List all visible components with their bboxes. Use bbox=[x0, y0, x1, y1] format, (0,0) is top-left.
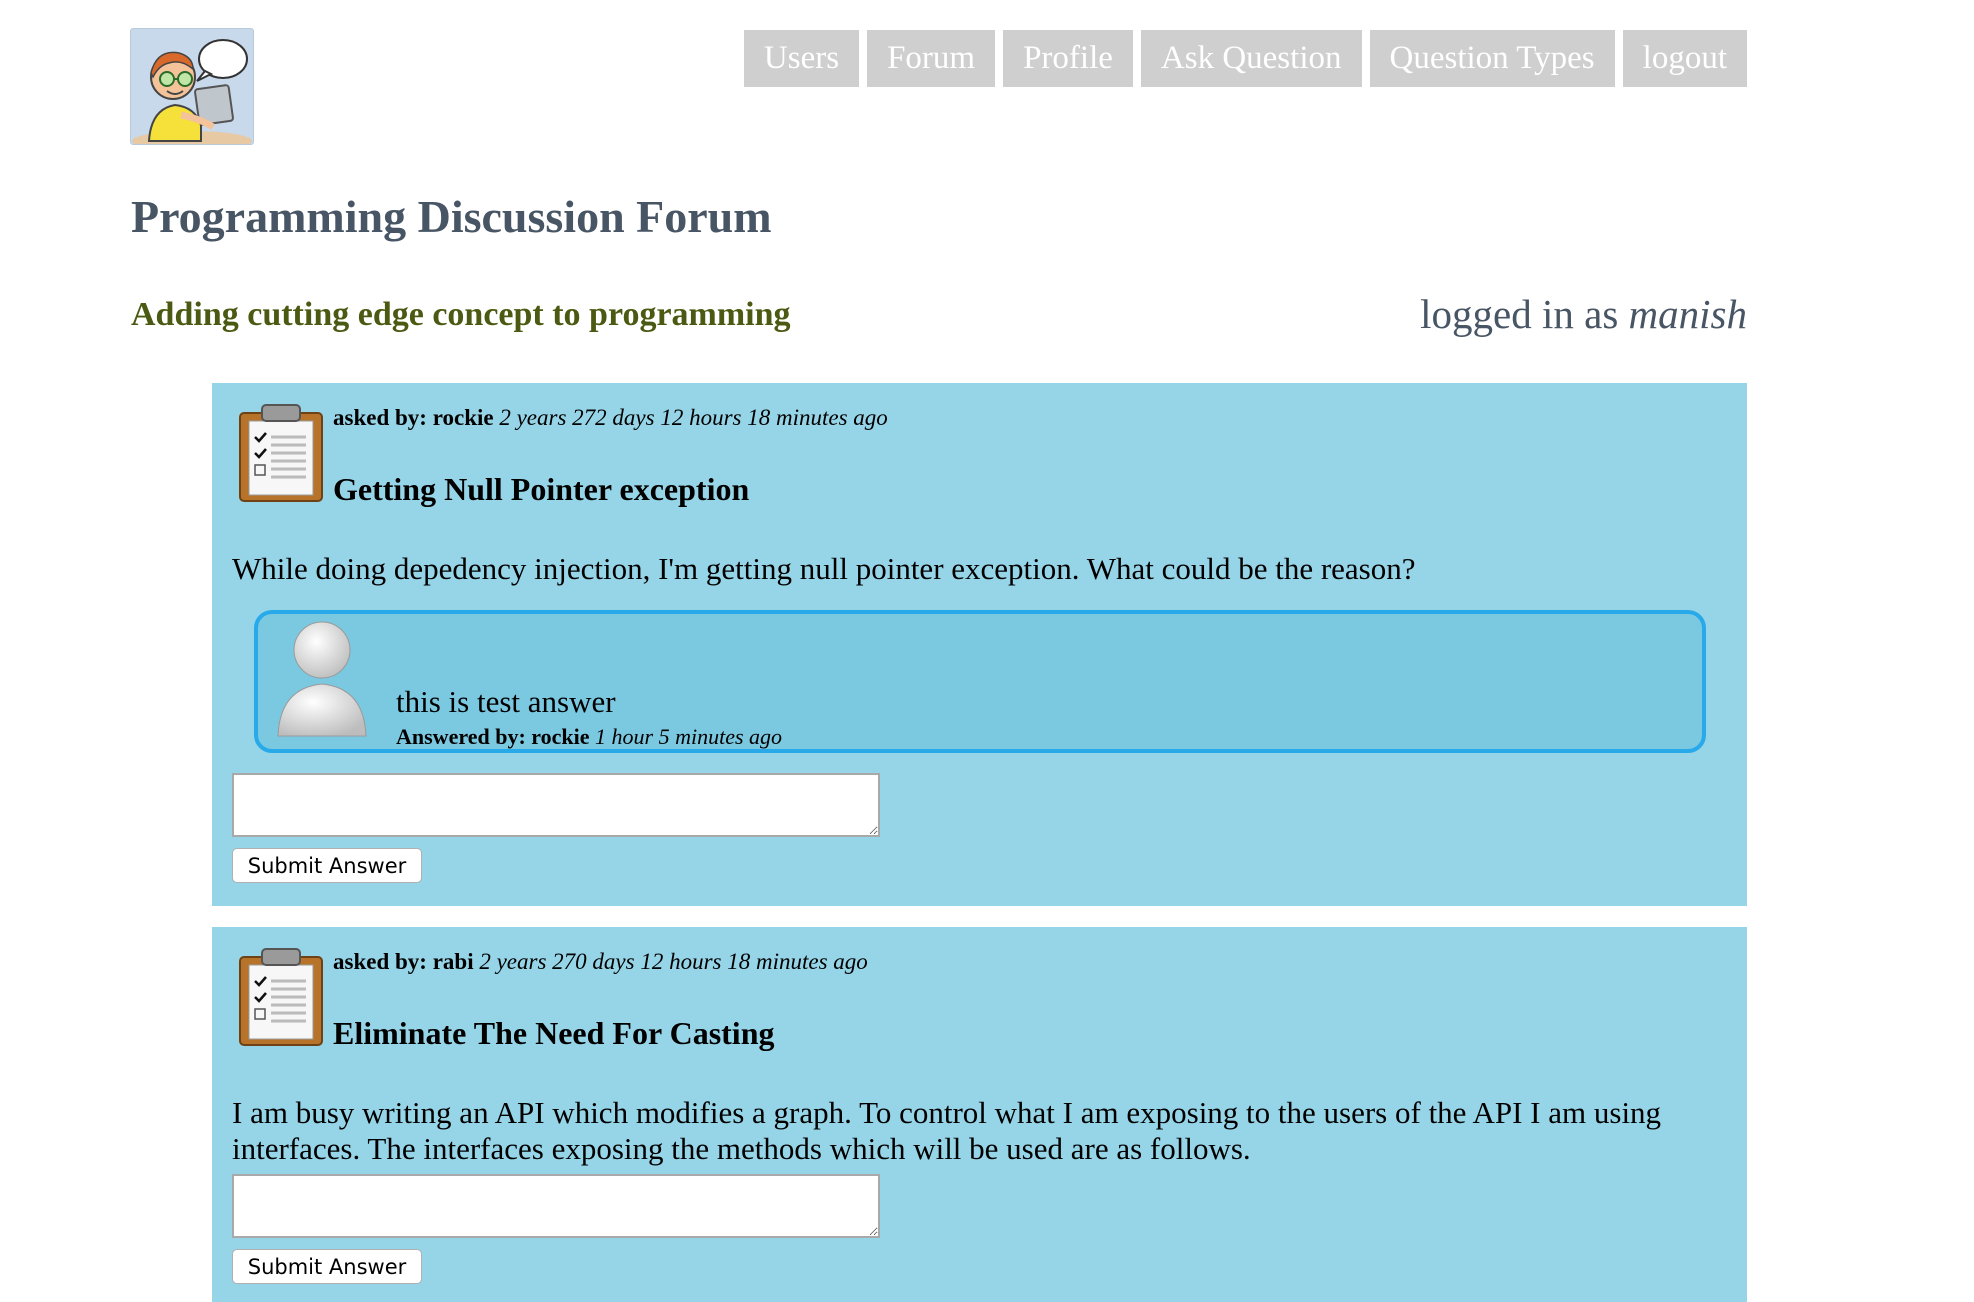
question-meta: asked by: rabi 2 years 270 days 12 hours… bbox=[333, 949, 868, 975]
answer-textarea[interactable] bbox=[232, 1174, 880, 1238]
submit-answer-button[interactable]: Submit Answer bbox=[232, 848, 422, 883]
question-title[interactable]: Eliminate The Need For Casting bbox=[333, 1015, 774, 1052]
question-body: I am busy writing an API which modifies … bbox=[232, 1095, 1662, 1166]
question-card: asked by: rabi 2 years 270 days 12 hours… bbox=[212, 927, 1747, 1302]
nav-ask-question[interactable]: Ask Question bbox=[1140, 30, 1362, 87]
programmer-cartoon-icon bbox=[132, 39, 252, 144]
clipboard-icon bbox=[239, 404, 323, 502]
login-status: logged in as manish bbox=[1420, 290, 1747, 338]
question-meta: asked by: rockie 2 years 272 days 12 hou… bbox=[333, 405, 888, 431]
asked-time: 2 years 270 days 12 hours 18 minutes ago bbox=[479, 949, 868, 974]
nav-profile[interactable]: Profile bbox=[1003, 30, 1133, 87]
asked-by: asked by: rabi bbox=[333, 949, 474, 974]
answer-textarea[interactable] bbox=[232, 773, 880, 837]
nav-question-types[interactable]: Question Types bbox=[1369, 30, 1615, 87]
user-avatar-icon bbox=[277, 621, 367, 737]
asked-time: 2 years 272 days 12 hours 18 minutes ago bbox=[499, 405, 888, 430]
nav-forum[interactable]: Forum bbox=[867, 30, 996, 87]
site-tagline: Adding cutting edge concept to programmi… bbox=[131, 296, 791, 333]
site-title: Programming Discussion Forum bbox=[131, 191, 772, 242]
answer-text: this is test answer bbox=[396, 684, 616, 719]
site-logo[interactable] bbox=[130, 28, 254, 145]
answer-meta: Answered by: rockie 1 hour 5 minutes ago bbox=[396, 724, 782, 750]
question-title[interactable]: Getting Null Pointer exception bbox=[333, 471, 749, 508]
clipboard-icon bbox=[239, 948, 323, 1046]
nav-logout[interactable]: logout bbox=[1622, 30, 1747, 87]
main-nav: Users Forum Profile Ask Question Questio… bbox=[743, 30, 1747, 87]
question-body: While doing depedency injection, I'm get… bbox=[232, 551, 1416, 586]
answer-item: this is test answer Answered by: rockie … bbox=[254, 610, 1706, 753]
asked-by: asked by: rockie bbox=[333, 405, 494, 430]
question-card: asked by: rockie 2 years 272 days 12 hou… bbox=[212, 383, 1747, 906]
logged-in-username: manish bbox=[1628, 291, 1747, 337]
nav-users[interactable]: Users bbox=[743, 30, 860, 87]
submit-answer-button[interactable]: Submit Answer bbox=[232, 1249, 422, 1284]
page: Users Forum Profile Ask Question Questio… bbox=[0, 0, 1974, 1302]
logged-in-prefix: logged in as bbox=[1420, 291, 1619, 337]
answered-time: 1 hour 5 minutes ago bbox=[595, 724, 783, 749]
answered-by: Answered by: rockie bbox=[396, 724, 590, 749]
